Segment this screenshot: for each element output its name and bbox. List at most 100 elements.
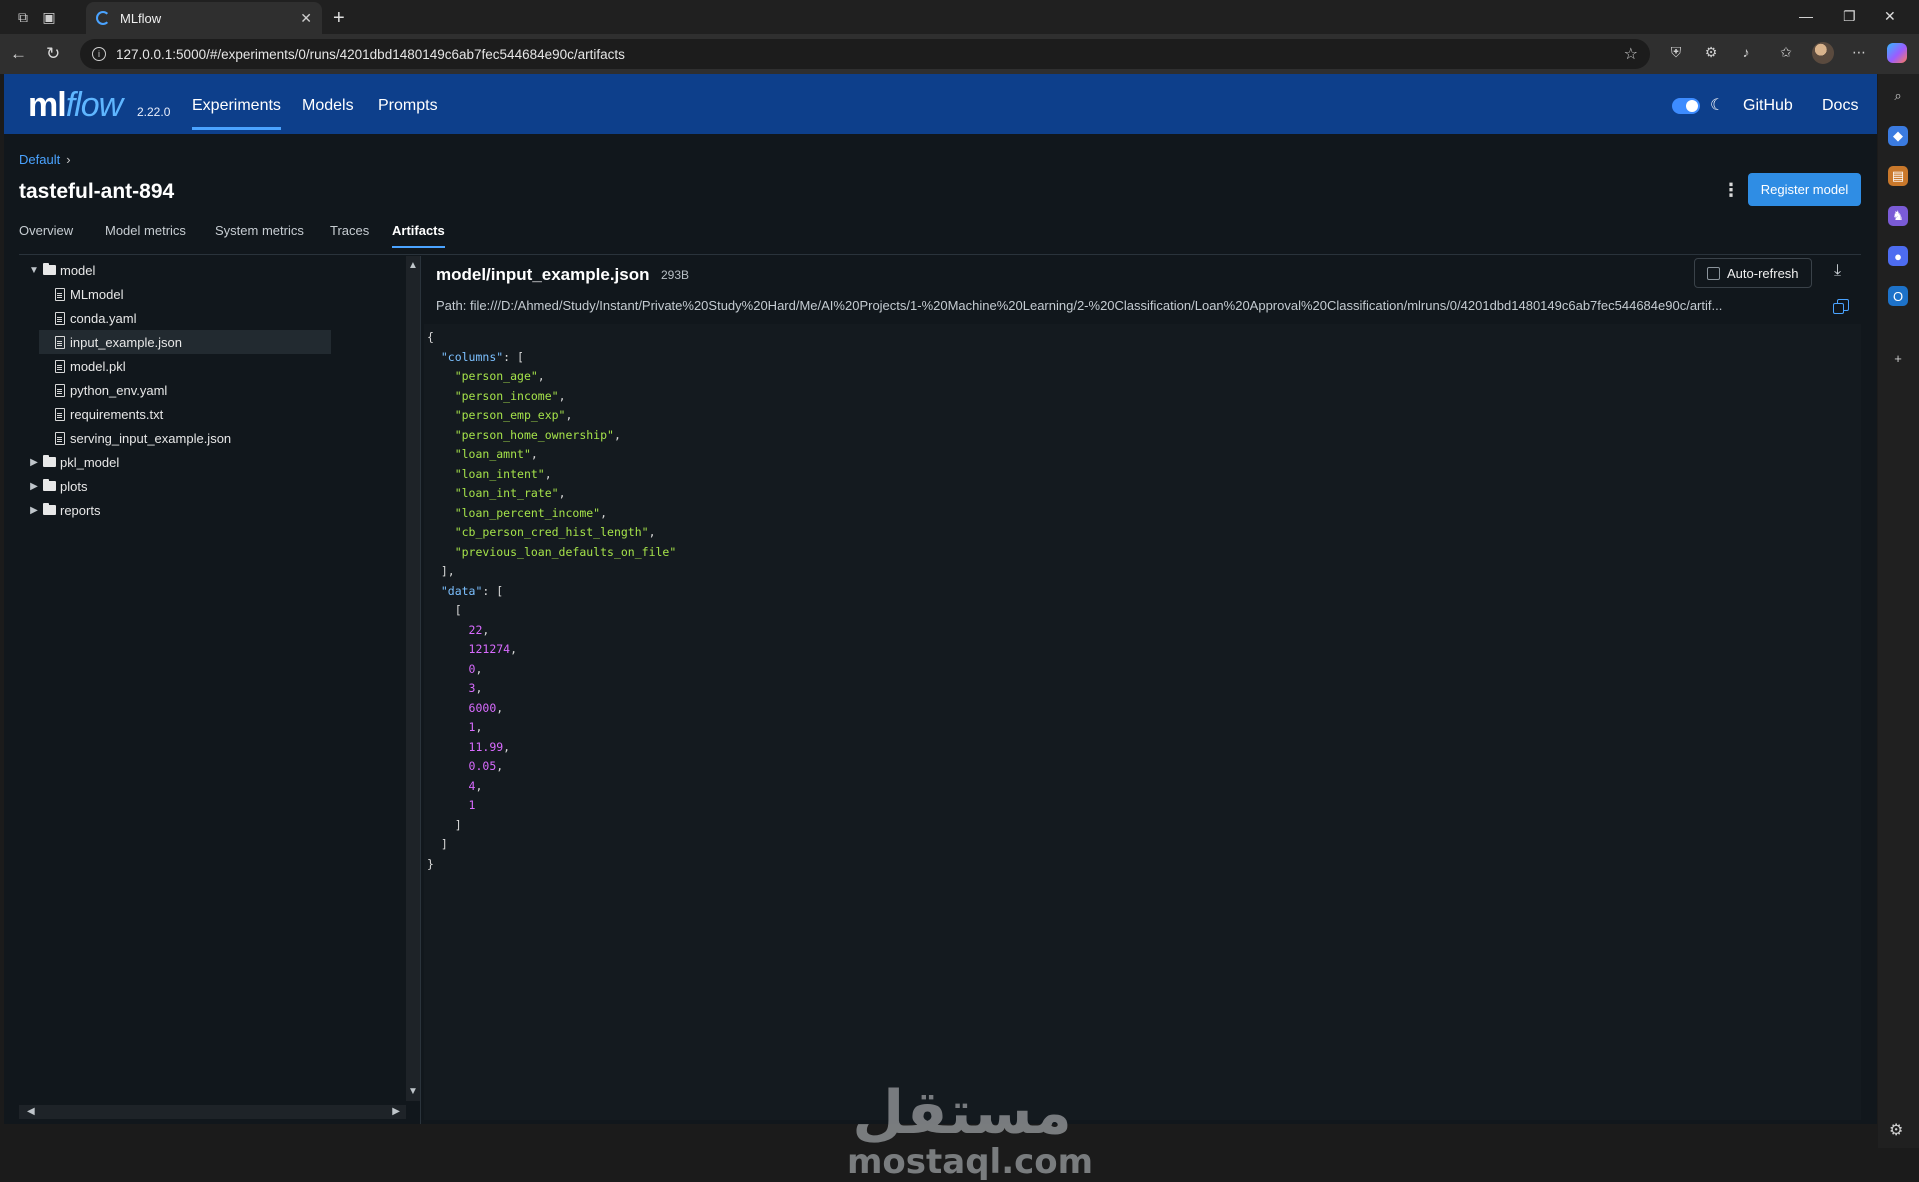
add-sidebar-app-icon[interactable]: + [1888,348,1908,368]
docs-link[interactable]: Docs [1822,97,1858,115]
file-icon [55,311,65,325]
extensions-icon[interactable]: ⚙ [1702,44,1720,62]
tree-folder-reports[interactable]: ▶ reports [27,498,100,522]
json-string: "loan_int_rate" [454,486,559,500]
tab-traces[interactable]: Traces [330,223,369,246]
tree-folder-label: plots [60,478,88,494]
tab-system-metrics[interactable]: System metrics [215,223,304,246]
profile-avatar[interactable] [1812,42,1834,64]
scroll-down-icon[interactable]: ▼ [408,1086,418,1097]
json-number: 4 [468,778,476,793]
tree-folder-pkl-model[interactable]: ▶ pkl_model [27,450,119,474]
scroll-up-icon[interactable]: ▲ [408,260,418,271]
browser-tab[interactable]: MLflow ✕ [86,2,322,34]
tree-file-label: MLmodel [70,286,124,302]
tree-file[interactable]: model.pkl [55,354,126,378]
file-icon [55,383,65,397]
tree-file[interactable]: serving_input_example.json [55,426,231,450]
github-link[interactable]: GitHub [1743,97,1793,115]
file-icon [55,431,65,445]
close-window-icon[interactable]: ✕ [1884,8,1896,25]
address-bar[interactable]: i 127.0.0.1:5000/#/experiments/0/runs/42… [80,39,1650,69]
caret-right-icon[interactable]: ▶ [27,505,41,516]
json-string: "previous_loan_defaults_on_file" [454,544,677,559]
outlook-icon[interactable]: O [1888,286,1908,306]
tree-folder-model[interactable]: ▼ model [27,258,95,282]
tab-actions-icon[interactable]: ▣ [40,8,58,26]
copilot-icon[interactable] [1887,43,1907,63]
sidebar-settings-icon[interactable]: ⚙ [1889,1120,1903,1140]
tree-folder-label: reports [60,502,101,518]
favorite-star-icon[interactable]: ☆ [1624,44,1638,64]
register-model-button[interactable]: Register model [1748,173,1861,206]
tree-file-label: python_env.yaml [70,382,168,398]
back-icon[interactable]: ← [10,44,27,64]
browser-title-bar: ⧉ ▣ MLflow ✕ + — ❐ ✕ [0,0,1919,34]
nav-prompts[interactable]: Prompts [378,97,438,115]
more-menu-icon[interactable]: ⋯ [1850,44,1868,62]
copy-path-icon[interactable] [1833,299,1849,314]
json-string: "person_age" [454,369,538,383]
workspaces-icon[interactable]: ⧉ [14,8,32,26]
json-string: "loan_intent" [454,466,545,481]
refresh-icon[interactable]: ↻ [46,44,60,64]
tree-file[interactable]: requirements.txt [55,402,163,426]
tree-file[interactable]: conda.yaml [55,306,136,330]
auto-refresh-checkbox[interactable]: Auto-refresh [1694,258,1812,288]
site-info-icon[interactable]: i [92,47,106,61]
scroll-right-icon[interactable]: ▶ [392,1106,400,1117]
read-aloud-icon[interactable]: ♪ [1737,44,1755,62]
tab-model-metrics[interactable]: Model metrics [105,223,186,246]
watermark-latin: mostaql.com [847,1142,1094,1182]
tabs-divider [19,254,1861,255]
checkbox-icon[interactable] [1707,266,1720,280]
mlflow-logo[interactable]: mlflow [28,86,123,125]
caret-down-icon[interactable]: ▼ [27,265,41,276]
artifact-file-title: model/input_example.json [436,265,650,284]
url-text[interactable]: 127.0.0.1:5000/#/experiments/0/runs/4201… [116,47,625,62]
json-number: 22 [468,622,483,637]
shield-extension-icon[interactable]: ⛨ [1667,44,1685,62]
tree-folder-plots[interactable]: ▶ plots [27,474,87,498]
caret-right-icon[interactable]: ▶ [27,481,41,492]
minimize-icon[interactable]: — [1799,8,1813,24]
download-icon[interactable]: ⤓ [1834,262,1841,280]
json-key: "data" [440,583,483,598]
shopping-tag-icon[interactable]: ◆ [1888,126,1908,146]
caret-right-icon[interactable]: ▶ [27,457,41,468]
tree-file-label: model.pkl [70,358,126,374]
json-number: 6000 [468,700,497,715]
json-string: "loan_percent_income" [454,505,601,520]
json-number: 11.99 [468,739,504,754]
tree-file[interactable]: MLmodel [55,282,123,306]
tree-vertical-scrollbar[interactable]: ▲ ▼ [406,256,420,1101]
games-icon[interactable]: ♞ [1888,206,1908,226]
favorites-icon[interactable]: ✩ [1777,44,1795,62]
address-row: ← ↻ i 127.0.0.1:5000/#/experiments/0/run… [0,34,1919,74]
copilot-sidebar-icon[interactable]: ● [1888,246,1908,266]
breadcrumb-default-link[interactable]: Default [19,152,60,167]
theme-toggle[interactable] [1672,98,1700,114]
more-options-icon[interactable]: ⋮ [1722,180,1740,201]
nav-models[interactable]: Models [302,97,354,115]
tab-artifacts[interactable]: Artifacts [392,223,445,248]
tree-folder-label: pkl_model [60,454,120,470]
file-icon [55,407,65,421]
new-tab-icon[interactable]: + [333,7,345,30]
search-icon[interactable]: ⌕ [1888,86,1908,106]
tree-file-label: requirements.txt [70,406,164,422]
tree-file-label: serving_input_example.json [70,430,232,446]
tree-file-selected[interactable]: input_example.json [39,330,331,354]
restore-icon[interactable]: ❐ [1843,8,1856,25]
tools-briefcase-icon[interactable]: ▤ [1888,166,1908,186]
scroll-left-icon[interactable]: ◀ [27,1106,35,1117]
tree-horizontal-scrollbar[interactable]: ◀ ▶ [19,1105,406,1119]
tab-overview[interactable]: Overview [19,223,73,246]
file-icon [55,359,65,373]
panel-divider[interactable] [420,256,421,1124]
auto-refresh-label: Auto-refresh [1727,265,1799,281]
file-icon [55,287,65,301]
tree-file[interactable]: python_env.yaml [55,378,167,402]
nav-experiments[interactable]: Experiments [192,97,281,130]
close-tab-icon[interactable]: ✕ [300,10,312,27]
